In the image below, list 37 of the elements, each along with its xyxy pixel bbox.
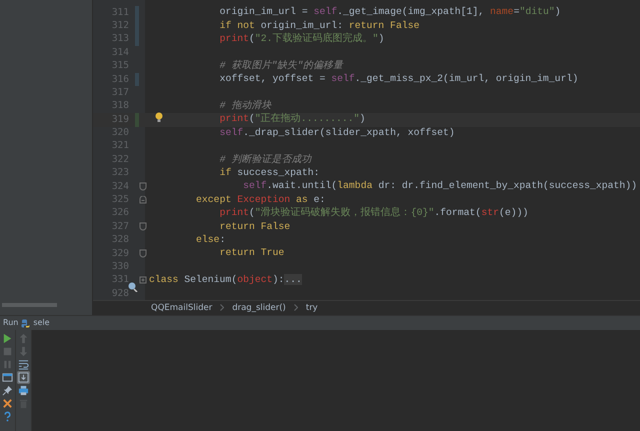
python-icon [21, 318, 30, 328]
code-line: # 获取图片"缺失"的偏移量 [220, 58, 344, 73]
wrap-button[interactable] [17, 358, 30, 371]
close-button[interactable] [1, 397, 14, 410]
chevron-icon [220, 304, 224, 311]
code-line: return True [220, 246, 284, 260]
code-line: # 判断验证是否成功 [220, 152, 312, 167]
lightbulb-icon[interactable] [155, 112, 163, 124]
code-line: print("2.下载验证码底图完成。") [220, 32, 384, 46]
fold-end-icon[interactable] [139, 249, 147, 258]
fold-end-icon[interactable] [139, 222, 147, 232]
print-button[interactable] [17, 384, 30, 397]
run-button[interactable] [1, 332, 14, 345]
code-line: except Exception as e: [196, 192, 326, 206]
code-line: if success_xpath: [220, 166, 320, 180]
chevron-icon [294, 304, 298, 311]
code-line: self.wait.until(lambda dr: dr.find_element_by_xpath(success_xpath)) [243, 179, 638, 194]
fold-icon[interactable] [139, 196, 147, 205]
fold-end-icon[interactable] [139, 182, 147, 192]
scroll-end-button[interactable] [17, 371, 30, 384]
code-line: if not origin_im_url: return False [220, 18, 420, 32]
code-line: # 拖动滑块 [220, 99, 272, 113]
code-line: origin_im_url = self._get_image(img_xpath[1], name="ditu") [220, 5, 561, 20]
layout-button[interactable] [1, 371, 14, 384]
breadcrumb-item[interactable]: try [306, 302, 318, 314]
code-line: xoffset, yoffset = self._get_miss_px_2(im_url, origin_im_url) [220, 72, 578, 86]
code-line: class Selenium(object):... [149, 273, 302, 288]
run-config-tab[interactable]: sele [33, 317, 50, 329]
breadcrumb-item[interactable]: QQEmailSlider [151, 302, 212, 314]
code-line: else: [196, 233, 226, 247]
code-line: return False [220, 220, 290, 234]
pin-button[interactable] [1, 384, 14, 397]
code-line: print("滑块验证码破解失败，报错信息：{0}".format(str(e))) [220, 206, 528, 220]
breadcrumb-item[interactable]: drag_slider() [232, 302, 286, 314]
panel-title: Run [3, 317, 18, 329]
code-line: print("正在拖动.........") [220, 112, 366, 126]
code-line: self._drap_slider(slider_xpath, xoffset) [220, 126, 455, 140]
